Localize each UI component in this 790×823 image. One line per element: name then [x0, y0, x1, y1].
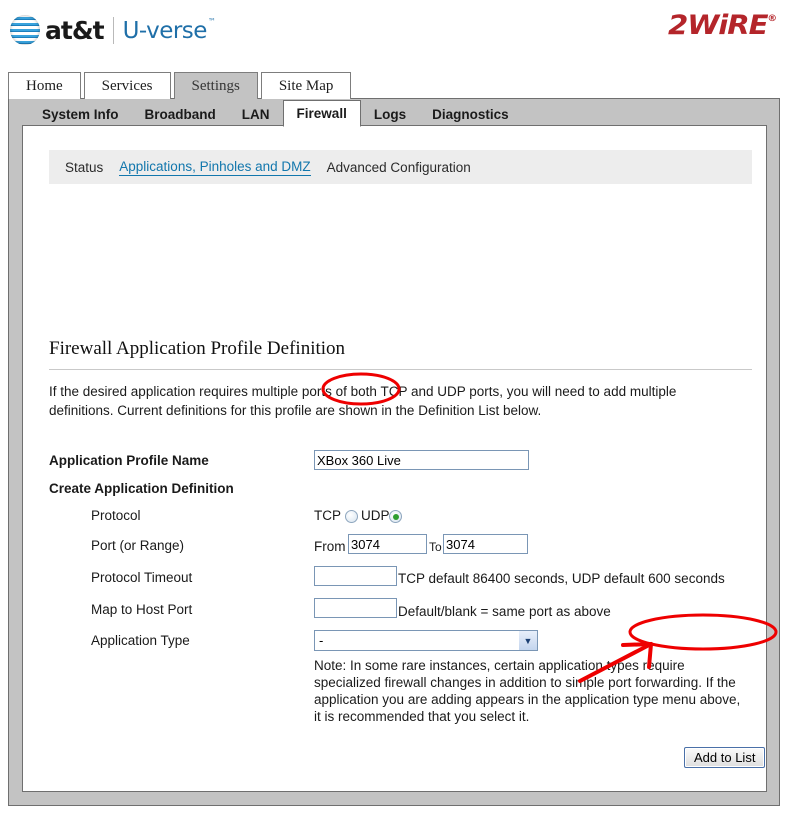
link-status[interactable]: Status: [65, 160, 103, 175]
protocol-udp-label: UDP: [361, 508, 390, 523]
port-from-label: From: [314, 539, 346, 554]
uverse-wordmark: U-verse™: [122, 16, 216, 44]
map-to-host-port-label: Map to Host Port: [91, 602, 193, 617]
sub-tab-diagnostics[interactable]: Diagnostics: [419, 102, 522, 127]
protocol-timeout-hint: TCP default 86400 seconds, UDP default 6…: [398, 571, 725, 586]
intro-paragraph: If the desired application requires mult…: [49, 384, 677, 418]
firewall-link-bar: Status Applications, Pinholes and DMZ Ad…: [49, 150, 752, 184]
map-to-host-port-hint: Default/blank = same port as above: [398, 604, 611, 619]
title-divider: [49, 369, 752, 370]
content-area: Status Applications, Pinholes and DMZ Ad…: [22, 125, 767, 792]
protocol-label: Protocol: [91, 508, 141, 523]
application-type-note: Note: In some rare instances, certain ap…: [314, 658, 741, 724]
chevron-down-icon: ▼: [519, 631, 537, 650]
main-tab-services[interactable]: Services: [83, 72, 171, 99]
port-to-label: To: [429, 540, 442, 554]
sub-tab-bar: System Info Broadband LAN Firewall Logs …: [9, 99, 522, 127]
link-advanced-configuration[interactable]: Advanced Configuration: [327, 160, 471, 175]
link-applications-pinholes-dmz[interactable]: Applications, Pinholes and DMZ: [119, 159, 311, 176]
definition-list-title: Definition List: [49, 790, 149, 791]
main-tab-site-map[interactable]: Site Map: [260, 72, 352, 99]
logo-divider: [112, 16, 114, 44]
main-tab-home[interactable]: Home: [8, 72, 81, 99]
trademark-symbol: ™: [207, 16, 216, 26]
add-to-list-button[interactable]: Add to List: [684, 747, 766, 768]
sub-tab-broadband[interactable]: Broadband: [132, 102, 229, 127]
registered-symbol: ®: [767, 14, 777, 24]
create-application-definition-label: Create Application Definition: [49, 481, 234, 496]
att-uverse-logo: at&t U-verse™: [10, 10, 216, 50]
protocol-tcp-label: TCP: [314, 508, 341, 523]
sub-tab-logs[interactable]: Logs: [361, 102, 419, 127]
application-type-selected-value: -: [319, 633, 324, 648]
map-to-host-port-input[interactable]: [314, 598, 397, 618]
protocol-timeout-label: Protocol Timeout: [91, 570, 193, 585]
application-profile-name-label: Application Profile Name: [49, 453, 209, 468]
port-to-input[interactable]: [443, 534, 528, 554]
sub-tab-lan[interactable]: LAN: [229, 102, 283, 127]
protocol-timeout-input[interactable]: [314, 566, 397, 586]
port-range-label: Port (or Range): [91, 538, 185, 553]
att-wordmark: at&t: [45, 15, 105, 45]
settings-panel: System Info Broadband LAN Firewall Logs …: [8, 98, 780, 806]
port-from-input[interactable]: [348, 534, 427, 554]
application-type-label: Application Type: [91, 633, 190, 648]
protocol-tcp-radio[interactable]: [345, 510, 358, 523]
page-header: at&t U-verse™ 2WiRE®: [0, 0, 790, 62]
protocol-udp-radio[interactable]: [389, 510, 402, 523]
application-type-select[interactable]: - ▼: [314, 630, 538, 651]
main-tab-bar: Home Services Settings Site Map: [8, 71, 354, 99]
page-title: Firewall Application Profile Definition: [49, 338, 346, 359]
main-tab-settings[interactable]: Settings: [173, 72, 258, 99]
application-profile-name-input[interactable]: [314, 450, 529, 470]
att-globe-icon: [10, 15, 40, 45]
sub-tab-system-info[interactable]: System Info: [29, 102, 132, 127]
twowire-logo: 2WiRE®: [667, 10, 777, 41]
sub-tab-firewall[interactable]: Firewall: [282, 100, 361, 127]
